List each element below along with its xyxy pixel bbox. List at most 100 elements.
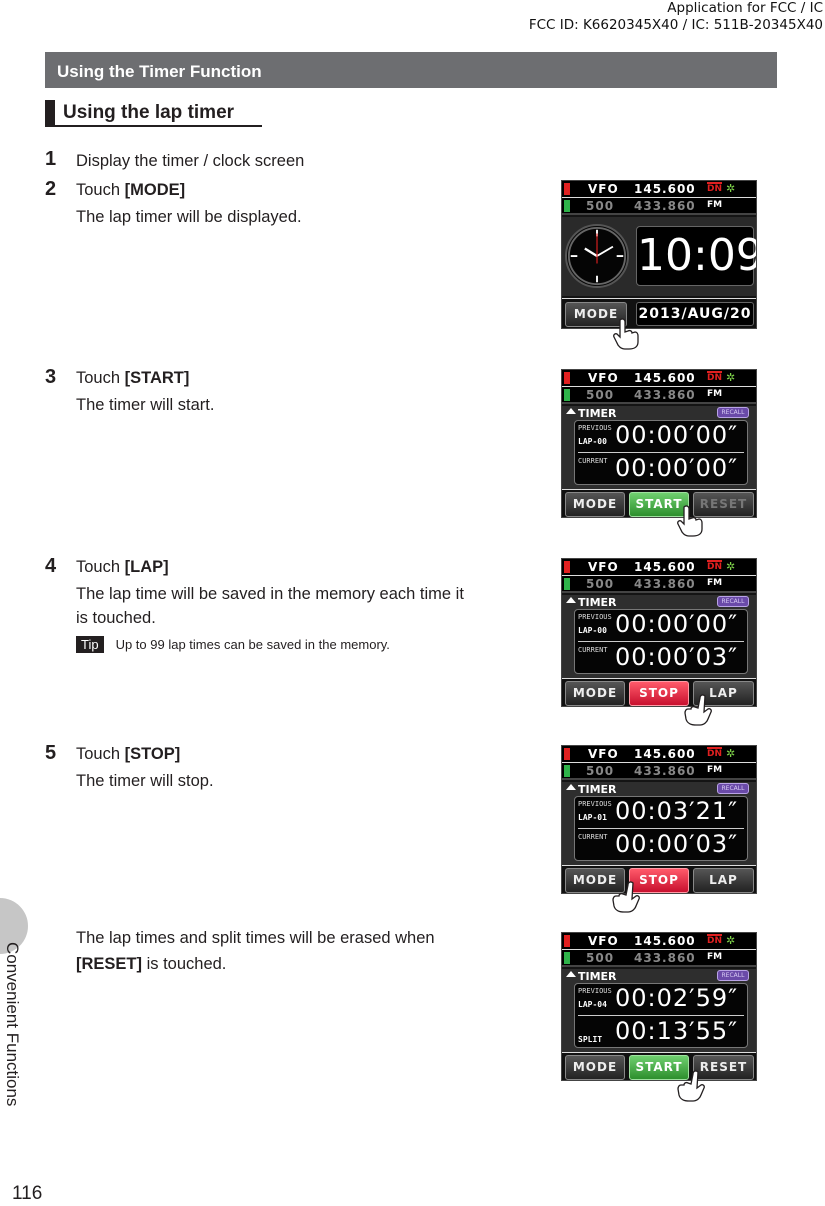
radio-screen-timer-start: VFO 145.600 500 433.860 DN FM ✲ TIMER RE… — [561, 369, 757, 518]
page-number: 116 — [12, 1183, 43, 1204]
reset-key: [RESET] — [76, 955, 142, 973]
previous-label: PREVIOUS — [578, 424, 612, 432]
fm-mode-label: FM — [707, 578, 723, 588]
current-time: 00:00′03″ — [615, 643, 739, 671]
frequency-a: 145.600 — [634, 934, 696, 948]
timer-readout: PREVIOUS LAP-04 00:02′59″ SPLIT 00:13′55… — [574, 983, 748, 1048]
step-verb: Touch — [76, 558, 125, 576]
current-time: 00:00′03″ — [615, 830, 739, 858]
channel-label: 500 — [586, 199, 615, 213]
dn-mode-label: DN — [707, 747, 723, 759]
lap-button[interactable]: LAP — [693, 868, 754, 893]
reset-note: The lap times and split times will be er… — [76, 929, 435, 947]
band-a-indicator — [564, 372, 570, 384]
frequency-b: 433.860 — [634, 388, 696, 402]
analog-clock-icon — [565, 224, 629, 288]
step-number: 5 — [45, 742, 57, 764]
lap-number: LAP-04 — [578, 1000, 607, 1009]
up-arrow-icon[interactable] — [566, 597, 576, 603]
subsection-title: Using the lap timer — [63, 102, 235, 123]
channel-label: 500 — [586, 577, 615, 591]
readout-divider — [578, 1015, 744, 1016]
date-display: 2013/AUG/20 — [636, 302, 754, 326]
dn-mode-label: DN — [707, 182, 723, 194]
gps-icon: ✲ — [726, 747, 736, 760]
touch-hand-icon — [613, 318, 639, 350]
timer-readout: PREVIOUS LAP-01 00:03′21″ CURRENT 00:00′… — [574, 796, 748, 861]
step-verb: Touch — [76, 745, 125, 763]
previous-time: 00:00′00″ — [615, 421, 739, 449]
previous-time: 00:03′21″ — [615, 797, 739, 825]
step-number: 4 — [45, 555, 57, 577]
previous-label: PREVIOUS — [578, 987, 612, 995]
radio-status-header: VFO 145.600 500 433.860 DN FM ✲ — [562, 746, 756, 780]
section-header: Using the Timer Function — [45, 52, 777, 88]
previous-label: PREVIOUS — [578, 613, 612, 621]
frequency-a: 145.600 — [634, 182, 696, 196]
vfo-label: VFO — [588, 560, 619, 574]
recall-button[interactable]: RECALL — [717, 407, 749, 418]
mode-button[interactable]: MODE — [565, 681, 625, 706]
section-title: Using the Timer Function — [57, 62, 262, 81]
tip-badge: Tip — [76, 636, 104, 653]
current-label: CURRENT — [578, 457, 608, 465]
frequency-a: 145.600 — [634, 747, 696, 761]
fcc-line-1: Application for FCC / IC — [667, 0, 823, 16]
band-b-indicator — [564, 578, 570, 590]
step-key: [LAP] — [124, 558, 169, 576]
stop-button[interactable]: STOP — [629, 681, 689, 706]
up-arrow-icon[interactable] — [566, 784, 576, 790]
step-verb: Touch — [76, 369, 125, 387]
header-divider — [562, 197, 756, 198]
up-arrow-icon[interactable] — [566, 408, 576, 414]
touch-hand-icon — [677, 505, 703, 537]
vfo-label: VFO — [588, 934, 619, 948]
band-b-indicator — [564, 765, 570, 777]
lap-number: LAP-01 — [578, 813, 607, 822]
timer-readout: PREVIOUS LAP-00 00:00′00″ CURRENT 00:00′… — [574, 609, 748, 674]
band-a-indicator — [564, 935, 570, 947]
step-key: [MODE] — [124, 181, 186, 199]
recall-button[interactable]: RECALL — [717, 596, 749, 607]
readout-divider — [578, 641, 744, 642]
radio-status-header: VFO 145.600 500 433.860 DN FM ✲ — [562, 370, 756, 404]
timer-title: TIMER — [578, 407, 617, 420]
tip-note: Tip Up to 99 lap times can be saved in th… — [76, 636, 390, 653]
step-instruction: Touch [STOP] — [76, 745, 180, 764]
touch-hand-icon — [677, 1070, 705, 1102]
step-key: [START] — [124, 369, 190, 387]
fm-mode-label: FM — [707, 200, 723, 210]
band-a-indicator — [564, 183, 570, 195]
chapter-label-text: Convenient Functions — [3, 942, 22, 1107]
band-a-indicator — [564, 561, 570, 573]
frequency-b: 433.860 — [634, 577, 696, 591]
split-label: SPLIT — [578, 1035, 603, 1044]
previous-time: 00:00′00″ — [615, 610, 739, 638]
vfo-label: VFO — [588, 182, 619, 196]
lap-number: LAP-00 — [578, 626, 607, 635]
radio-status-header: VFO 145.600 500 433.860 DN FM ✲ — [562, 933, 756, 967]
recall-button[interactable]: RECALL — [717, 783, 749, 794]
step-key: [STOP] — [124, 745, 181, 763]
dn-mode-label: DN — [707, 934, 723, 946]
step-instruction: Touch [MODE] — [76, 181, 185, 200]
gps-icon: ✲ — [726, 182, 736, 195]
fcc-line-2: FCC ID: K6620345X40 / IC: 511B-20345X40 — [528, 17, 823, 33]
mode-button[interactable]: MODE — [565, 492, 625, 517]
dn-mode-label: DN — [707, 560, 723, 572]
step-verb: Touch — [76, 181, 125, 199]
current-time: 00:00′00″ — [615, 454, 739, 482]
touch-hand-icon — [684, 694, 712, 726]
radio-screen-clock: VFO 145.600 500 433.860 DN FM ✲ 10:09 MO… — [561, 180, 757, 329]
recall-button[interactable]: RECALL — [717, 970, 749, 981]
mode-button[interactable]: MODE — [565, 1055, 625, 1080]
band-b-indicator — [564, 389, 570, 401]
timer-title: TIMER — [578, 783, 617, 796]
chapter-label: Convenient Functions — [0, 942, 22, 1132]
step-instruction: Touch [LAP] — [76, 558, 169, 577]
digital-time: 10:09 — [636, 226, 756, 286]
step-description: The lap time will be saved in the memory… — [76, 585, 464, 603]
up-arrow-icon[interactable] — [566, 971, 576, 977]
vfo-label: VFO — [588, 747, 619, 761]
lap-number: LAP-00 — [578, 437, 607, 446]
